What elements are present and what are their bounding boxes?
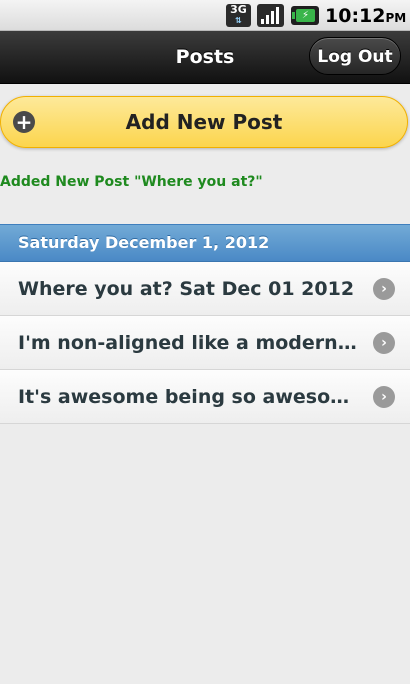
- chevron-right-icon: ›: [373, 386, 395, 408]
- date-divider-label: Saturday December 1, 2012: [18, 233, 270, 252]
- battery-icon: ⚡: [291, 6, 319, 25]
- post-title: It's awesome being so awesome...: [18, 386, 358, 408]
- clock: 10:12PM: [325, 4, 406, 30]
- list-date-divider: Saturday December 1, 2012: [0, 224, 410, 262]
- post-title: I'm non-aligned like a modern Turtle: [18, 332, 358, 354]
- clock-ampm: PM: [385, 11, 407, 25]
- network-label: 3G: [230, 3, 247, 16]
- add-new-post-label: Add New Post: [125, 110, 283, 134]
- status-bar: 3G ⇅ ⚡ 10:12PM: [0, 0, 410, 31]
- list-item-post-1[interactable]: Where you at? Sat Dec 01 2012 ›: [0, 262, 410, 316]
- battery-nub: [292, 12, 295, 19]
- list-item-post-3[interactable]: It's awesome being so awesome... ›: [0, 370, 410, 424]
- add-new-post-button[interactable]: + Add New Post: [0, 96, 408, 148]
- header-bar: Posts Log Out: [0, 31, 410, 84]
- chevron-right-icon: ›: [373, 278, 395, 300]
- clock-time: 10:12: [325, 5, 386, 27]
- list-item-post-2[interactable]: I'm non-aligned like a modern Turtle ›: [0, 316, 410, 370]
- post-title: Where you at? Sat Dec 01 2012: [18, 278, 355, 300]
- battery-charging-icon: ⚡: [296, 9, 315, 22]
- signal-strength-icon: [257, 4, 284, 27]
- network-arrows-icon: ⇅: [235, 16, 242, 25]
- success-message: Added New Post "Where you at?": [0, 174, 263, 190]
- network-3g-icon: 3G ⇅: [226, 4, 251, 27]
- logout-button[interactable]: Log Out: [309, 37, 401, 75]
- chevron-right-icon: ›: [373, 332, 395, 354]
